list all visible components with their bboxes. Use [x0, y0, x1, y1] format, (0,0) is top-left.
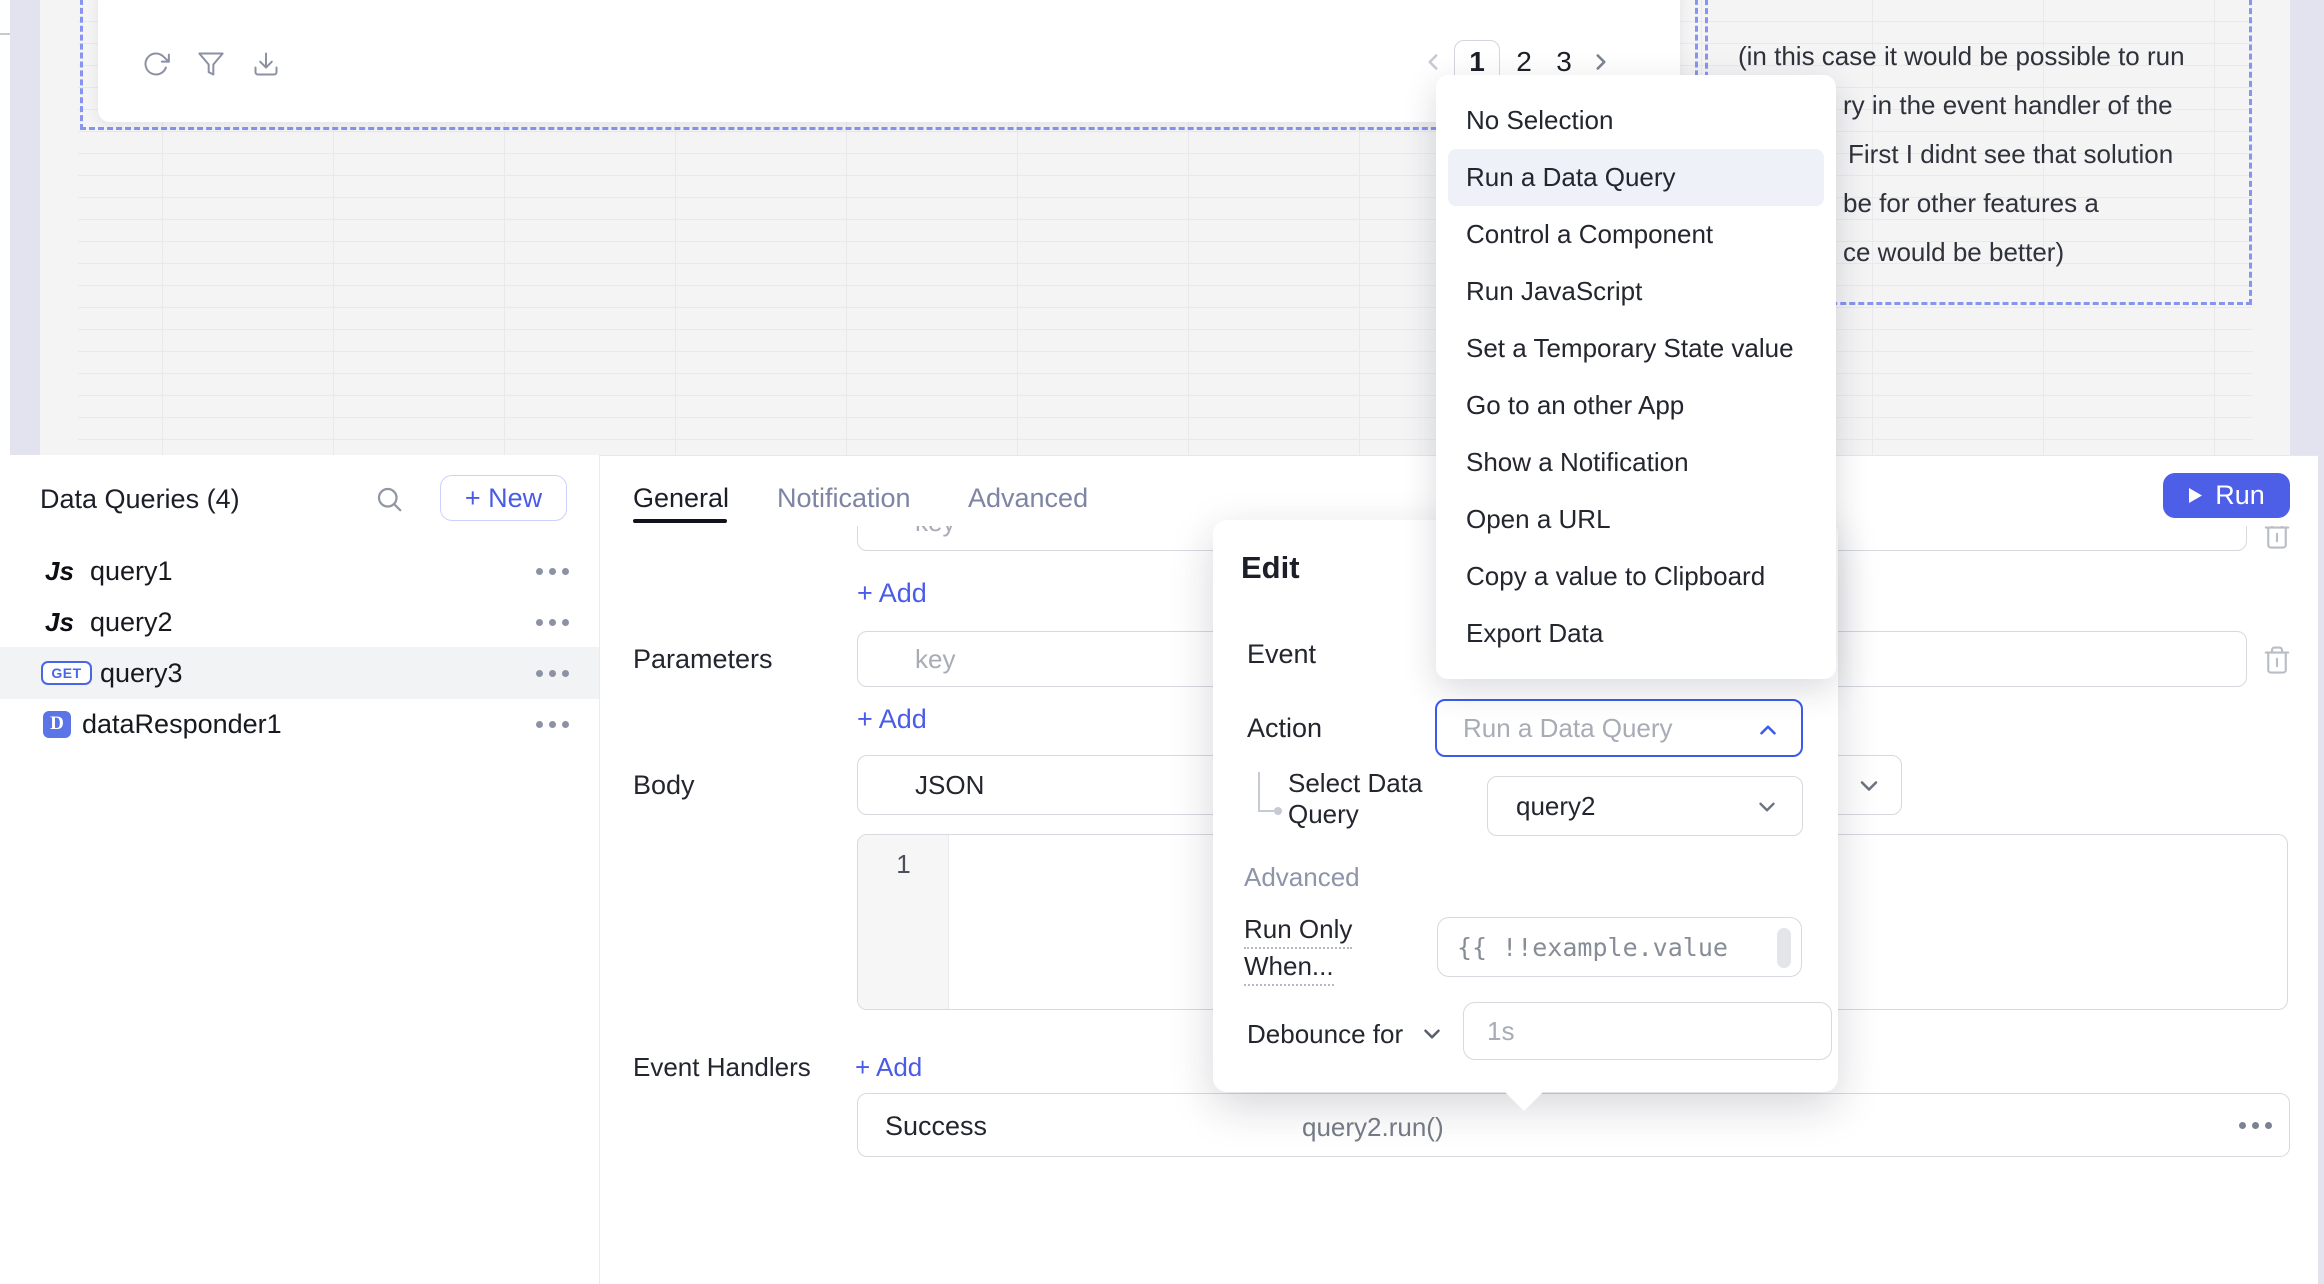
- query-list-item-query2[interactable]: Js query2: [0, 596, 599, 648]
- query-list-item-query1[interactable]: Js query1: [0, 545, 599, 597]
- trash-icon[interactable]: [2262, 526, 2292, 552]
- tab-advanced[interactable]: Advanced: [968, 483, 1088, 513]
- new-query-button[interactable]: + New: [440, 475, 567, 521]
- handler-action-summary: query2.run(): [1302, 1112, 1444, 1143]
- right-scroll-strip: [2318, 455, 2324, 1284]
- tab-general[interactable]: General: [633, 483, 729, 513]
- left-edge-tick: [0, 33, 10, 35]
- query-name: query2: [90, 607, 173, 638]
- refresh-icon[interactable]: [142, 50, 170, 78]
- data-query-select[interactable]: query2: [1487, 776, 1803, 836]
- query-name: query3: [100, 658, 183, 689]
- menu-item-open-url[interactable]: Open a URL: [1436, 491, 1836, 548]
- debounce-input[interactable]: 1s: [1463, 1002, 1832, 1060]
- advanced-section-label: Advanced: [1244, 862, 1360, 893]
- run-only-when-input[interactable]: {{ !!example.value: [1437, 917, 1802, 977]
- menu-item-control-component[interactable]: Control a Component: [1436, 206, 1836, 263]
- get-method-badge: GET: [41, 661, 92, 685]
- page-button[interactable]: 2: [1508, 46, 1540, 78]
- kebab-menu-icon[interactable]: [536, 670, 569, 677]
- menu-item-export-data[interactable]: Export Data: [1436, 605, 1836, 662]
- kebab-menu-icon[interactable]: [536, 619, 569, 626]
- chevron-down-icon[interactable]: [1419, 1021, 1445, 1047]
- menu-item-no-selection[interactable]: No Selection: [1436, 92, 1836, 149]
- note-line: (in this case it would be possible to ru…: [1738, 42, 2185, 70]
- event-handler-row[interactable]: Success query2.run(): [857, 1093, 2290, 1157]
- action-label: Action: [1247, 714, 1322, 742]
- app-canvas: (in this case it would be possible to ru…: [0, 0, 2324, 455]
- tab-notification[interactable]: Notification: [777, 483, 911, 513]
- js-query-icon: Js: [45, 556, 74, 587]
- query-list-item-dataresponder1[interactable]: D dataResponder1: [0, 698, 599, 750]
- menu-item-goto-app[interactable]: Go to an other App: [1436, 377, 1836, 434]
- js-query-icon: Js: [45, 607, 74, 638]
- line-number: 1: [858, 849, 949, 880]
- chevron-right-icon[interactable]: [1588, 49, 1614, 75]
- menu-item-run-data-query[interactable]: Run a Data Query: [1448, 149, 1824, 206]
- scrollbar-thumb[interactable]: [1777, 928, 1791, 968]
- add-parameter-link[interactable]: + Add: [857, 705, 927, 733]
- chevron-up-icon: [1755, 717, 1781, 743]
- query-name: query1: [90, 556, 173, 587]
- popover-title: Edit: [1241, 550, 1300, 586]
- active-tab-underline: [633, 519, 727, 523]
- body-label: Body: [633, 771, 695, 799]
- select-data-query-label: Select Data Query: [1288, 768, 1422, 830]
- debounce-label: Debounce for: [1247, 1019, 1403, 1049]
- action-select[interactable]: Run a Data Query: [1435, 699, 1803, 757]
- kebab-menu-icon[interactable]: [536, 721, 569, 728]
- note-line: First I didnt see that solution: [1848, 140, 2173, 168]
- event-label: Event: [1247, 640, 1316, 668]
- filter-icon[interactable]: [197, 50, 225, 78]
- add-parameter-link[interactable]: + Add: [857, 579, 927, 607]
- tree-connector: [1258, 810, 1274, 812]
- event-handlers-label: Event Handlers: [633, 1053, 811, 1081]
- right-gutter-strip: [2290, 0, 2324, 455]
- page-button[interactable]: 3: [1548, 46, 1580, 78]
- query-list-item-query3-selected[interactable]: GET query3: [0, 647, 599, 699]
- run-query-button[interactable]: Run: [2163, 473, 2290, 518]
- parameters-label: Parameters: [633, 645, 773, 673]
- chevron-down-icon: [1855, 772, 1883, 800]
- menu-item-run-javascript[interactable]: Run JavaScript: [1436, 263, 1836, 320]
- handler-event: Success: [885, 1111, 987, 1142]
- left-edge: [0, 0, 10, 455]
- action-dropdown-menu: No Selection Run a Data Query Control a …: [1436, 75, 1836, 679]
- left-gutter-strip: [10, 0, 40, 455]
- menu-item-show-notification[interactable]: Show a Notification: [1436, 434, 1836, 491]
- tree-connector-dot: [1274, 807, 1282, 815]
- download-icon[interactable]: [252, 50, 280, 78]
- menu-item-copy-clipboard[interactable]: Copy a value to Clipboard: [1436, 548, 1836, 605]
- menu-item-set-temp-state[interactable]: Set a Temporary State value: [1436, 320, 1836, 377]
- chevron-left-icon[interactable]: [1420, 49, 1446, 75]
- note-line: be for other features a: [1843, 189, 2099, 217]
- run-only-when-label: Run Only When...: [1244, 914, 1352, 981]
- add-event-handler-link[interactable]: + Add: [855, 1053, 922, 1081]
- datasource-icon: D: [43, 711, 71, 738]
- search-icon[interactable]: [374, 484, 404, 514]
- query-name: dataResponder1: [82, 709, 282, 740]
- play-icon: [2188, 487, 2203, 504]
- table-toolbar: [142, 50, 280, 78]
- data-queries-title: Data Queries (4): [40, 484, 240, 514]
- note-line: ry in the event handler of the: [1843, 91, 2173, 119]
- trash-icon[interactable]: [2262, 645, 2292, 677]
- note-line: ce would be better): [1843, 238, 2064, 266]
- kebab-menu-icon[interactable]: [536, 568, 569, 575]
- chevron-down-icon: [1754, 794, 1780, 820]
- popover-arrow: [1503, 1090, 1545, 1111]
- tree-connector: [1258, 772, 1260, 812]
- app-root: (in this case it would be possible to ru…: [0, 0, 2324, 1284]
- kebab-menu-icon[interactable]: [2239, 1122, 2272, 1129]
